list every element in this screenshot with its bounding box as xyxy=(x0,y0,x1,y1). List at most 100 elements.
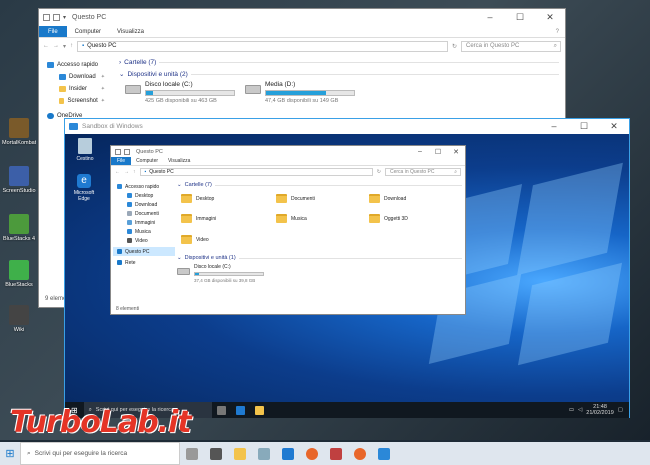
desktop-icon-screenstudio[interactable]: ScreenStudio xyxy=(2,166,36,194)
nav-accesso-rapido[interactable]: Accesso rapido xyxy=(113,182,175,191)
drive-d[interactable]: Media (D:) 47,4 GB disponibili su 149 GB xyxy=(245,81,355,104)
back-icon[interactable]: ← xyxy=(43,43,49,49)
sandbox-icon[interactable] xyxy=(378,447,390,460)
nav-item-screenshot[interactable]: Screenshot ✦ xyxy=(41,95,111,107)
store-icon[interactable] xyxy=(258,447,270,460)
taskbar-search-box[interactable]: ⌕ Scrivi qui per eseguire la ricerca xyxy=(20,442,180,465)
clock-date[interactable]: 21/02/2019 xyxy=(586,410,614,416)
volume-icon[interactable]: ◁ xyxy=(578,407,582,413)
sandbox-icon-edge[interactable]: e Microsoft Edge xyxy=(69,174,99,202)
character-icon xyxy=(9,305,29,325)
desktop-icon-wiki[interactable]: Wiki xyxy=(2,305,36,333)
chevron-down-icon: ⌄ xyxy=(177,182,182,188)
folder-desktop[interactable]: Desktop xyxy=(181,194,214,203)
nav-item-immagini[interactable]: Immagini xyxy=(113,218,175,227)
window-title: Questo PC xyxy=(72,14,107,21)
properties-icon[interactable] xyxy=(43,14,50,21)
sandbox-titlebar[interactable]: Sandbox di Windows – ☐ ✕ xyxy=(65,119,629,134)
edge-icon[interactable] xyxy=(235,405,245,415)
folder-icon xyxy=(276,214,287,223)
desktop-icon-bluestacks4[interactable]: BlueStacks 4 xyxy=(2,214,36,242)
folder-oggetti-3d[interactable]: Oggetti 3D xyxy=(369,214,408,223)
dropdown-icon[interactable]: ▾ xyxy=(63,14,66,21)
nav-item-desktop[interactable]: Desktop xyxy=(113,191,175,200)
inner-explorer-window[interactable]: Questo PC – ☐ ✕ File Computer Visualizza… xyxy=(110,145,466,315)
section-devices[interactable]: ⌄ Dispositivi e unità (1) xyxy=(177,255,462,261)
address-field[interactable]: ▪ Questo PC xyxy=(139,168,373,176)
nav-rete[interactable]: Rete xyxy=(113,258,175,267)
close-button[interactable]: ✕ xyxy=(447,148,465,156)
sandbox-icon-recycle[interactable]: Cestino xyxy=(71,138,99,162)
up-icon[interactable]: ↑ xyxy=(133,169,136,175)
explorer-icon[interactable] xyxy=(254,405,264,415)
firefox-icon[interactable] xyxy=(306,447,318,460)
minimize-button[interactable]: – xyxy=(475,12,505,23)
up-icon[interactable]: ↑ xyxy=(70,43,73,49)
forward-icon[interactable]: → xyxy=(53,43,59,49)
task-view-icon[interactable] xyxy=(216,405,226,415)
drive-c[interactable]: Disco locale (C:) 37,4 GB disponibili su… xyxy=(177,264,264,283)
tab-visualizza[interactable]: Visualizza xyxy=(163,157,195,165)
help-icon[interactable]: ? xyxy=(556,26,565,37)
app-icon[interactable] xyxy=(210,447,222,460)
nav-item-insider[interactable]: Insider ✦ xyxy=(41,83,111,95)
folder-documenti[interactable]: Documenti xyxy=(276,194,315,203)
outer-titlebar[interactable]: ▾ Questo PC – ☐ ✕ xyxy=(39,9,565,26)
section-folders[interactable]: › Cartelle (7) xyxy=(119,59,559,66)
inner-titlebar[interactable]: Questo PC – ☐ ✕ xyxy=(111,146,465,157)
search-input[interactable]: Cerca in Questo PC ⌕ xyxy=(385,168,461,176)
tab-computer[interactable]: Computer xyxy=(131,157,163,165)
recent-icon[interactable]: ▾ xyxy=(63,43,66,50)
tab-computer[interactable]: Computer xyxy=(67,26,109,37)
maximize-button[interactable]: ☐ xyxy=(429,148,447,156)
quick-access-toolbar xyxy=(115,148,130,155)
folder-icon xyxy=(369,194,380,203)
folder-download[interactable]: Download xyxy=(369,194,406,203)
desktop-icon-bluestacks[interactable]: BlueStacks xyxy=(2,260,36,288)
new-folder-icon[interactable] xyxy=(53,14,60,21)
folder-immagini[interactable]: Immagini xyxy=(181,214,216,223)
search-input[interactable]: Cerca in Questo PC ⌕ xyxy=(461,40,561,52)
nav-accesso-rapido[interactable]: Accesso rapido xyxy=(41,59,111,71)
firefox-icon[interactable] xyxy=(354,447,366,460)
network-icon[interactable]: ▭ xyxy=(569,407,574,413)
tab-visualizza[interactable]: Visualizza xyxy=(109,26,152,37)
section-folders[interactable]: ⌄ Cartelle (7) xyxy=(177,182,462,188)
nav-item-musica[interactable]: Musica xyxy=(113,227,175,236)
folder-musica[interactable]: Musica xyxy=(276,214,307,223)
notification-icon[interactable]: ▢ xyxy=(618,407,623,413)
back-icon[interactable]: ← xyxy=(115,169,120,175)
maximize-button[interactable]: ☐ xyxy=(505,12,535,23)
pin-icon: ✦ xyxy=(100,86,105,92)
section-devices[interactable]: ⌄ Dispositivi e unità (2) xyxy=(119,70,559,78)
new-folder-icon[interactable] xyxy=(124,148,130,155)
edge-icon[interactable] xyxy=(282,447,294,460)
sandbox-minimize-button[interactable]: – xyxy=(539,121,569,132)
address-field[interactable]: ▪ Questo PC xyxy=(77,40,448,52)
nav-item-download[interactable]: Download xyxy=(113,200,175,209)
close-button[interactable]: ✕ xyxy=(535,12,565,23)
nav-questo-pc[interactable]: Questo PC xyxy=(113,247,175,256)
desktop-icon-mortalkombat[interactable]: MortalKombat xyxy=(2,118,36,146)
tab-file[interactable]: File xyxy=(111,157,132,165)
nav-item-download[interactable]: Download ✦ xyxy=(41,71,111,83)
folder-icon xyxy=(181,194,192,203)
task-view-icon[interactable] xyxy=(186,447,198,460)
refresh-icon[interactable]: ↻ xyxy=(377,169,381,175)
properties-icon[interactable] xyxy=(115,148,121,155)
nav-item-video[interactable]: Video xyxy=(113,236,175,245)
minimize-button[interactable]: – xyxy=(411,148,429,156)
explorer-icon[interactable] xyxy=(234,447,246,460)
refresh-icon[interactable]: ↻ xyxy=(452,43,457,50)
tab-file[interactable]: File xyxy=(39,26,67,37)
sandbox-close-button[interactable]: ✕ xyxy=(599,121,629,132)
folder-video[interactable]: Video xyxy=(181,235,209,244)
start-button[interactable]: ⊞ xyxy=(0,442,20,465)
forward-icon[interactable]: → xyxy=(124,169,129,175)
nav-item-documenti[interactable]: Documenti xyxy=(113,209,175,218)
drive-c[interactable]: Disco locale (C:) 425 GB disponibili su … xyxy=(125,81,235,104)
pc-icon xyxy=(117,249,122,254)
app-icon[interactable] xyxy=(330,447,342,460)
folder-icon xyxy=(276,194,287,203)
sandbox-maximize-button[interactable]: ☐ xyxy=(569,121,599,132)
